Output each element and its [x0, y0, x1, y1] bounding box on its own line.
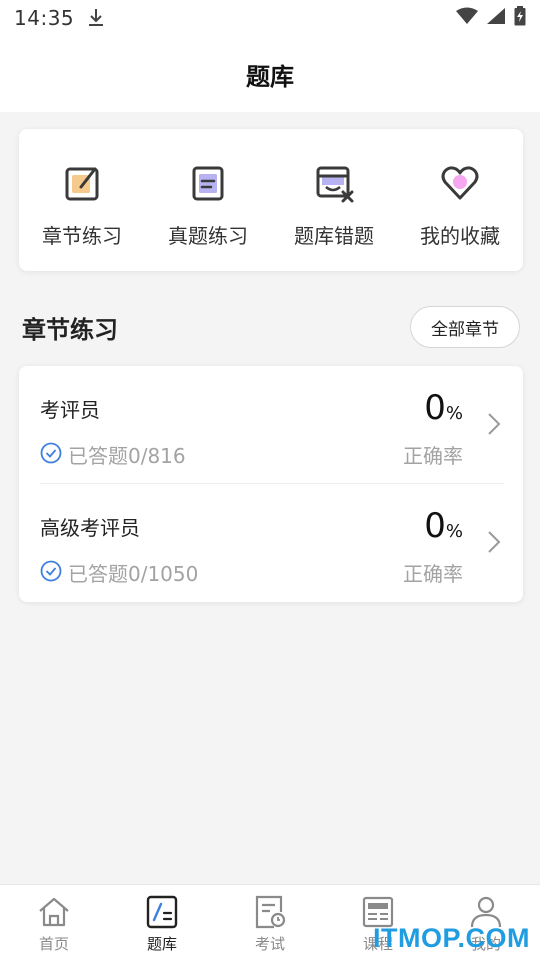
site-watermark: ITMOP.COM [372, 923, 530, 953]
favorites-heart-icon [440, 163, 480, 203]
status-time: 14:35 [14, 6, 75, 30]
section-header: 章节练习 全部章节 [22, 305, 520, 349]
exam-icon [252, 894, 288, 930]
page-header: 题库 [0, 36, 540, 112]
chevron-right-icon [487, 412, 501, 436]
answered-count: 已答题0/816 [40, 440, 186, 469]
tab-home[interactable]: 首页 [0, 885, 108, 960]
question-bank-icon [144, 894, 180, 930]
answered-text: 已答题0/1050 [68, 562, 199, 586]
quick-action-label: 我的收藏 [420, 224, 500, 248]
all-chapters-button[interactable]: 全部章节 [410, 306, 520, 348]
chapter-name: 考评员 [40, 398, 100, 422]
accuracy-label: 正确率 [403, 444, 463, 468]
accuracy-unit: % [445, 403, 463, 424]
accuracy-value: 0% [424, 506, 463, 546]
section-title: 章节练习 [22, 315, 118, 344]
accuracy-label: 正确率 [403, 562, 463, 586]
chapter-practice-icon [62, 163, 102, 203]
quick-actions-card: 章节练习 真题练习 题库错题 我的收藏 [19, 129, 523, 271]
chevron-right-icon [487, 530, 501, 554]
accuracy-number: 0 [424, 388, 446, 428]
answered-count: 已答题0/1050 [40, 558, 198, 587]
quick-action-favorites[interactable]: 我的收藏 [397, 129, 523, 271]
chapter-name: 高级考评员 [40, 516, 140, 540]
check-circle-icon [40, 442, 62, 468]
download-icon [88, 8, 104, 28]
wrong-questions-icon [314, 163, 354, 203]
tab-exam[interactable]: 考试 [216, 885, 324, 960]
quick-action-label: 真题练习 [168, 224, 248, 248]
quick-action-label: 章节练习 [42, 224, 122, 248]
tab-question-bank[interactable]: 题库 [108, 885, 216, 960]
quick-action-chapter-practice[interactable]: 章节练习 [19, 129, 145, 271]
page-title: 题库 [246, 62, 294, 91]
chapter-list: 考评员 已答题0/816 0% 正确率 高级考评员 已答题0/1050 0% 正… [19, 366, 523, 602]
wifi-icon [456, 7, 478, 29]
real-exam-icon [188, 163, 228, 203]
answered-text: 已答题0/816 [68, 444, 186, 468]
quick-action-wrong-questions[interactable]: 题库错题 [271, 129, 397, 271]
battery-icon [514, 6, 526, 30]
tab-label: 考试 [254, 935, 285, 953]
accuracy-value: 0% [424, 388, 463, 428]
status-bar: 14:35 [0, 0, 540, 36]
chapter-row[interactable]: 考评员 已答题0/816 0% 正确率 [19, 366, 523, 484]
tab-label: 题库 [146, 935, 177, 953]
signal-icon [486, 7, 506, 29]
quick-action-real-exam[interactable]: 真题练习 [145, 129, 271, 271]
check-circle-icon [40, 560, 62, 586]
chapter-row[interactable]: 高级考评员 已答题0/1050 0% 正确率 [19, 484, 523, 602]
accuracy-unit: % [445, 521, 463, 542]
accuracy-number: 0 [424, 506, 446, 546]
quick-action-label: 题库错题 [294, 224, 374, 248]
tab-label: 首页 [38, 935, 69, 953]
home-icon [36, 894, 72, 930]
